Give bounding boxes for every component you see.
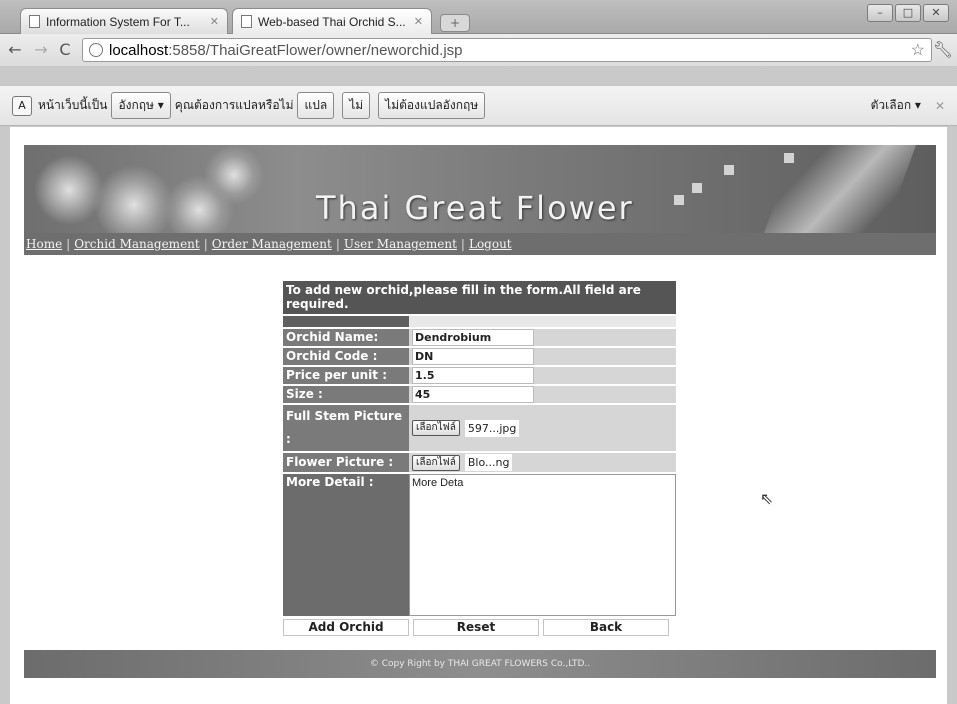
new-orchid-form: To add new orchid,please fill in the for… xyxy=(283,281,676,636)
page-icon xyxy=(241,15,252,28)
minimize-icon[interactable]: – xyxy=(867,4,893,22)
translate-prompt: หน้าเว็บนี้เป็น xyxy=(38,98,108,112)
window-titlebar: Information System For T... ✕ Web-based … xyxy=(0,0,957,34)
tab-thai-orchid[interactable]: Web-based Thai Orchid S... ✕ xyxy=(232,8,432,34)
orchid-code-row: Orchid Code : DN xyxy=(283,348,676,365)
url-host: localhost xyxy=(109,41,169,59)
close-translate-icon[interactable]: ✕ xyxy=(935,99,945,113)
menu-home[interactable]: Home xyxy=(26,237,62,251)
never-translate-button[interactable]: ไม่ต้องแปลอังกฤษ xyxy=(378,92,486,119)
detail-label: More Detail : xyxy=(283,474,409,616)
stem-picture-row: Full Stem Picture : เลือกไฟล์ 597...jpg xyxy=(283,405,676,451)
stem-picture-label: Full Stem Picture : xyxy=(283,405,409,451)
translate-icon: A xyxy=(12,95,32,116)
menu-logout[interactable]: Logout xyxy=(469,237,512,251)
orchid-name-row: Orchid Name: Dendrobium Nobile xyxy=(283,329,676,359)
window-controls: – □ ✕ xyxy=(867,4,949,22)
address-bar-row: ← → C localhost:5858/ThaiGreatFlower/own… xyxy=(0,34,957,66)
language-select[interactable]: อังกฤษ ▾ xyxy=(111,92,171,119)
orchid-name-label: Orchid Name: xyxy=(283,329,409,346)
translate-bar: A หน้าเว็บนี้เป็น อังกฤษ ▾ คุณต้องการแปล… xyxy=(0,86,957,126)
tab-title: Information System For T... xyxy=(46,14,190,29)
form-header: To add new orchid,please fill in the for… xyxy=(283,281,676,314)
close-icon[interactable]: ✕ xyxy=(210,15,219,28)
no-button[interactable]: ไม่ xyxy=(342,92,371,119)
globe-icon xyxy=(89,43,103,57)
site-footer: © Copy Right by THAI GREAT FLOWERS Co.,L… xyxy=(24,650,936,678)
copyright-text: © Copy Right by THAI GREAT FLOWERS Co.,L… xyxy=(369,659,591,669)
maximize-icon[interactable]: □ xyxy=(895,4,921,22)
page-icon xyxy=(29,15,40,28)
price-row: Price per unit : 1.5 xyxy=(283,367,676,384)
close-icon[interactable]: ✕ xyxy=(414,15,423,28)
mouse-cursor-icon: ⇖ xyxy=(760,489,774,508)
stem-choose-file-button[interactable]: เลือกไฟล์ xyxy=(412,420,460,436)
price-input[interactable]: 1.5 xyxy=(412,367,534,384)
stem-file-name: 597...jpg xyxy=(464,419,520,437)
url-path: :5858/ThaiGreatFlower/owner/neworchid.js… xyxy=(168,41,463,59)
site-menu: Home | Orchid Management | Order Management |… xyxy=(24,233,936,255)
menu-user-management[interactable]: User Management xyxy=(344,237,457,251)
add-orchid-button[interactable]: Add Orchid xyxy=(283,619,409,636)
orchid-name-input[interactable]: Dendrobium Nobile xyxy=(412,329,534,359)
reload-icon[interactable]: C xyxy=(54,40,76,59)
back-icon[interactable]: ← xyxy=(4,40,26,59)
price-label: Price per unit : xyxy=(283,367,409,384)
translate-button[interactable]: แปล xyxy=(297,92,335,119)
menu-order-management[interactable]: Order Management xyxy=(212,237,332,251)
tab-title: Web-based Thai Orchid S... xyxy=(258,14,406,29)
site-banner: Thai Great Flower xyxy=(24,145,936,233)
flower-picture-label: Flower Picture : xyxy=(283,453,409,472)
translate-question: คุณต้องการแปลหรือไม่ xyxy=(174,98,294,112)
forward-icon[interactable]: → xyxy=(30,40,52,59)
back-button[interactable]: Back xyxy=(543,619,669,636)
wrench-icon[interactable]: 🔧︎ xyxy=(933,40,953,59)
orchid-code-input[interactable]: DN xyxy=(412,348,534,365)
site-title: Thai Great Flower xyxy=(316,189,634,227)
orchid-code-label: Orchid Code : xyxy=(283,348,409,365)
options-menu[interactable]: ตัวเลือก ▾ xyxy=(871,96,921,115)
flower-choose-file-button[interactable]: เลือกไฟล์ xyxy=(412,454,460,471)
form-buttons: Add Orchid Reset Back xyxy=(283,619,676,636)
detail-row: More Detail : More Deta xyxy=(283,474,676,616)
flower-picture-row: Flower Picture : เลือกไฟล์ Blo...ng xyxy=(283,453,676,472)
size-label: Size : xyxy=(283,386,409,403)
close-window-icon[interactable]: ✕ xyxy=(923,4,949,22)
new-tab-button[interactable]: + xyxy=(440,14,470,32)
bookmark-star-icon[interactable]: ☆ xyxy=(911,40,925,60)
page-content: Thai Great Flower Home | Orchid Management… xyxy=(10,127,947,704)
flower-file-name: Blo...ng xyxy=(464,454,513,471)
size-input[interactable]: 45 xyxy=(412,386,534,403)
url-input[interactable]: localhost:5858/ThaiGreatFlower/owner/new… xyxy=(82,38,932,62)
tab-information-system[interactable]: Information System For T... ✕ xyxy=(20,8,228,34)
reset-button[interactable]: Reset xyxy=(413,619,539,636)
menu-orchid-management[interactable]: Orchid Management xyxy=(74,237,200,251)
detail-textarea[interactable]: More Deta xyxy=(409,474,676,616)
size-row: Size : 45 xyxy=(283,386,676,403)
